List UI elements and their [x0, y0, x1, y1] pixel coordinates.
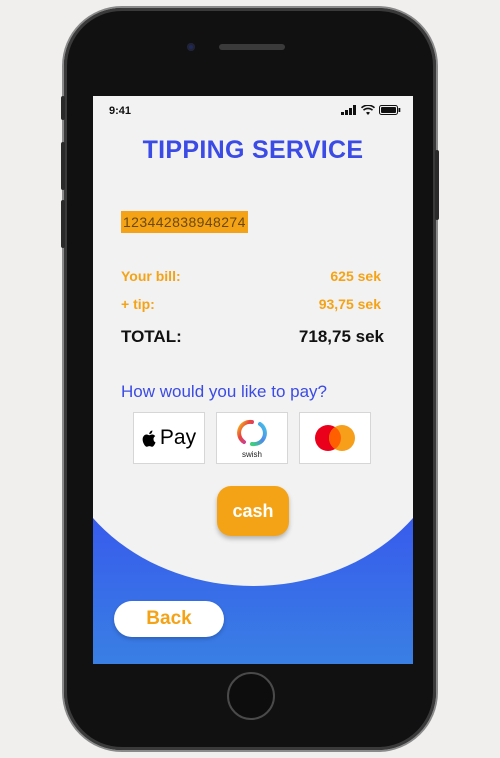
- volume-down-button: [61, 200, 65, 248]
- order-code: 123442838948274: [121, 211, 248, 233]
- apple-pay-label: Pay: [159, 426, 197, 449]
- bill-value: 625 sek: [330, 268, 381, 284]
- back-button[interactable]: Back: [114, 601, 224, 637]
- tip-row: + tip: 93,75 sek: [121, 296, 381, 312]
- bill-label: Your bill:: [121, 268, 181, 284]
- speaker-grille: [219, 44, 285, 50]
- mute-switch: [61, 96, 65, 120]
- apple-logo-icon: [142, 430, 156, 447]
- status-bar: 9:41: [93, 96, 413, 124]
- volume-up-button: [61, 142, 65, 190]
- tip-value: 93,75 sek: [318, 296, 381, 312]
- status-time: 9:41: [109, 105, 132, 117]
- battery-icon: [379, 105, 401, 115]
- mastercard-logo-icon: [315, 425, 355, 451]
- total-row: TOTAL: 718,75 sek: [121, 327, 384, 347]
- swish-logo-icon: [237, 419, 267, 447]
- total-value: 718,75 sek: [298, 327, 384, 346]
- mastercard-button[interactable]: [299, 412, 371, 464]
- power-button: [435, 150, 439, 220]
- status-icons: [341, 105, 401, 115]
- app-screen: 9:41 TIPPING SERVICE 123442838948274 You…: [93, 96, 413, 664]
- swish-label: swish: [241, 450, 262, 459]
- cellular-signal-icon: [341, 105, 356, 115]
- page-title: TIPPING SERVICE: [142, 136, 364, 164]
- wifi-icon: [361, 105, 375, 115]
- home-button[interactable]: [227, 672, 275, 720]
- swish-button[interactable]: swish: [216, 412, 288, 464]
- bill-row: Your bill: 625 sek: [121, 268, 381, 284]
- camera-icon: [187, 43, 195, 51]
- cash-button[interactable]: cash: [217, 486, 289, 536]
- payment-question: How would you like to pay?: [121, 382, 328, 401]
- apple-pay-button[interactable]: Pay: [133, 412, 205, 464]
- total-label: TOTAL:: [121, 327, 182, 346]
- tip-label: + tip:: [121, 296, 155, 312]
